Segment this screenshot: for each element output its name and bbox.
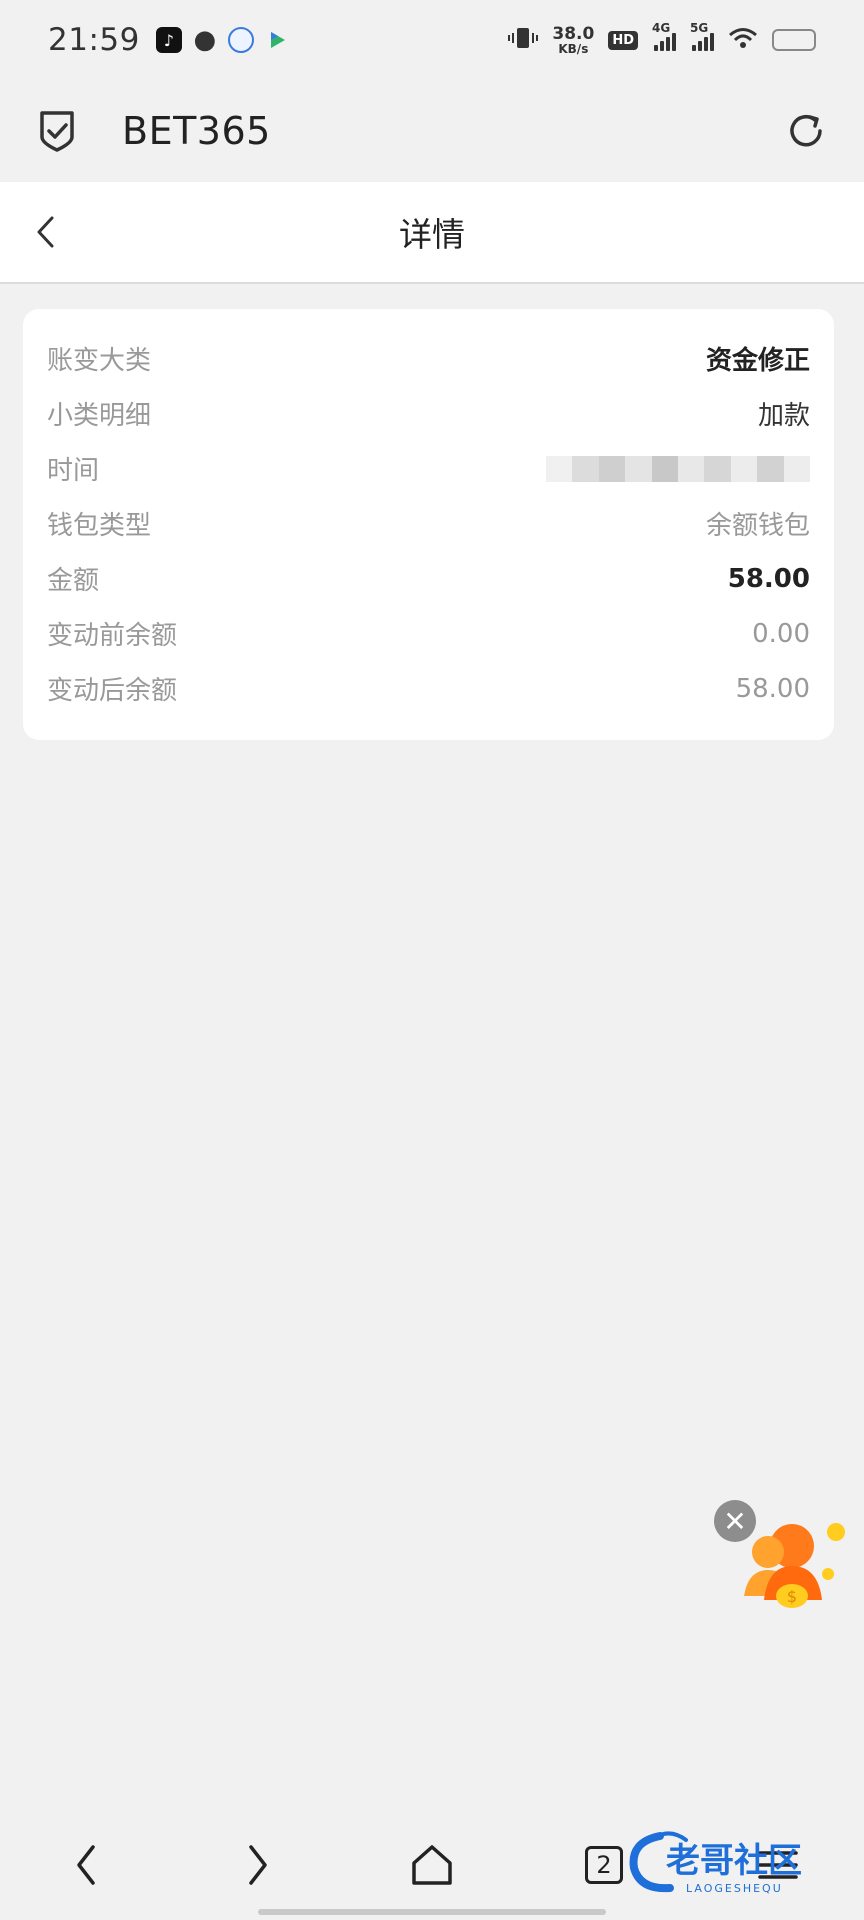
detail-label: 时间 — [47, 456, 100, 486]
battery-icon — [772, 29, 816, 51]
refresh-icon[interactable] — [784, 109, 828, 153]
app-title: BET365 — [122, 109, 271, 153]
blurred-time-value — [546, 455, 811, 482]
circle-app-icon — [227, 27, 254, 53]
coin-people-icon[interactable]: $ — [734, 1516, 852, 1610]
detail-card: 账变大类 资金修正 小类明细 加款 时间 钱包类型 余额钱包 金额 58.00 … — [23, 309, 834, 740]
notification-icons: ♪ ● — [155, 25, 290, 55]
home-indicator[interactable] — [258, 1909, 606, 1915]
page-title: 详情 — [399, 215, 465, 254]
detail-value: 加款 — [757, 401, 810, 431]
signal-5g-icon: 5G — [690, 21, 714, 51]
svg-text:$: $ — [787, 1587, 797, 1606]
network-speed-value: 38.0 — [552, 23, 595, 44]
hd-badge: HD — [608, 30, 638, 50]
nav-bar: 详情 — [0, 182, 864, 284]
detail-label: 变动前余额 — [47, 621, 178, 651]
status-time: 21:59 — [48, 22, 140, 58]
watermark-text: 老哥社区 — [666, 1841, 802, 1881]
detail-row-balance-after: 变动后余额 58.00 — [47, 661, 810, 716]
floating-promo-widget[interactable]: ✕ $ — [712, 1500, 852, 1610]
detail-value: 余额钱包 — [705, 511, 810, 541]
forward-arrow-icon[interactable] — [228, 1835, 288, 1895]
detail-label: 变动后余额 — [47, 676, 178, 706]
watermark-logo: 老哥社区 LAOGESHEQU — [626, 1828, 856, 1898]
detail-row-wallet-type: 钱包类型 余额钱包 — [47, 496, 810, 551]
network-speed-unit: KB/s — [558, 41, 589, 56]
detail-label: 金额 — [47, 566, 100, 596]
detail-row-balance-before: 变动前余额 0.00 — [47, 606, 810, 661]
tiktok-icon: ♪ — [155, 27, 182, 53]
signal-4g-label: 4G — [652, 21, 671, 35]
chevron-left-icon[interactable] — [22, 208, 70, 256]
signal-4g-icon: 4G — [652, 21, 676, 51]
home-icon[interactable] — [402, 1835, 462, 1895]
watermark-subtext: LAOGESHEQU — [686, 1882, 783, 1895]
signal-5g-label: 5G — [690, 21, 709, 35]
back-arrow-icon[interactable] — [56, 1835, 116, 1895]
detail-row-subcategory: 小类明细 加款 — [47, 386, 810, 441]
status-bar: 21:59 ♪ ● 38.0 KB/s HD 4G 5G — [0, 0, 864, 80]
network-speed: 38.0 KB/s — [552, 23, 595, 56]
chat-bubble-icon: ● — [193, 25, 217, 55]
detail-value: 58.00 — [735, 673, 810, 704]
shield-check-icon[interactable] — [36, 110, 78, 152]
detail-label: 小类明细 — [47, 401, 152, 431]
detail-label: 账变大类 — [47, 346, 152, 376]
detail-row-amount: 金额 58.00 — [47, 551, 810, 606]
tabs-count: 2 — [585, 1846, 623, 1884]
status-right-cluster: 38.0 KB/s HD 4G 5G — [508, 21, 816, 56]
wifi-icon — [728, 26, 758, 54]
detail-value: 58.00 — [727, 563, 810, 594]
video-play-icon — [264, 27, 290, 53]
tabs-icon[interactable]: 2 — [574, 1835, 634, 1895]
detail-value: 0.00 — [752, 618, 810, 649]
detail-row-category: 账变大类 资金修正 — [47, 331, 810, 386]
vibrate-icon — [508, 25, 539, 55]
detail-label: 钱包类型 — [47, 511, 152, 541]
app-header: BET365 — [0, 80, 864, 182]
detail-value: 资金修正 — [705, 346, 810, 376]
detail-row-time: 时间 — [47, 441, 811, 496]
